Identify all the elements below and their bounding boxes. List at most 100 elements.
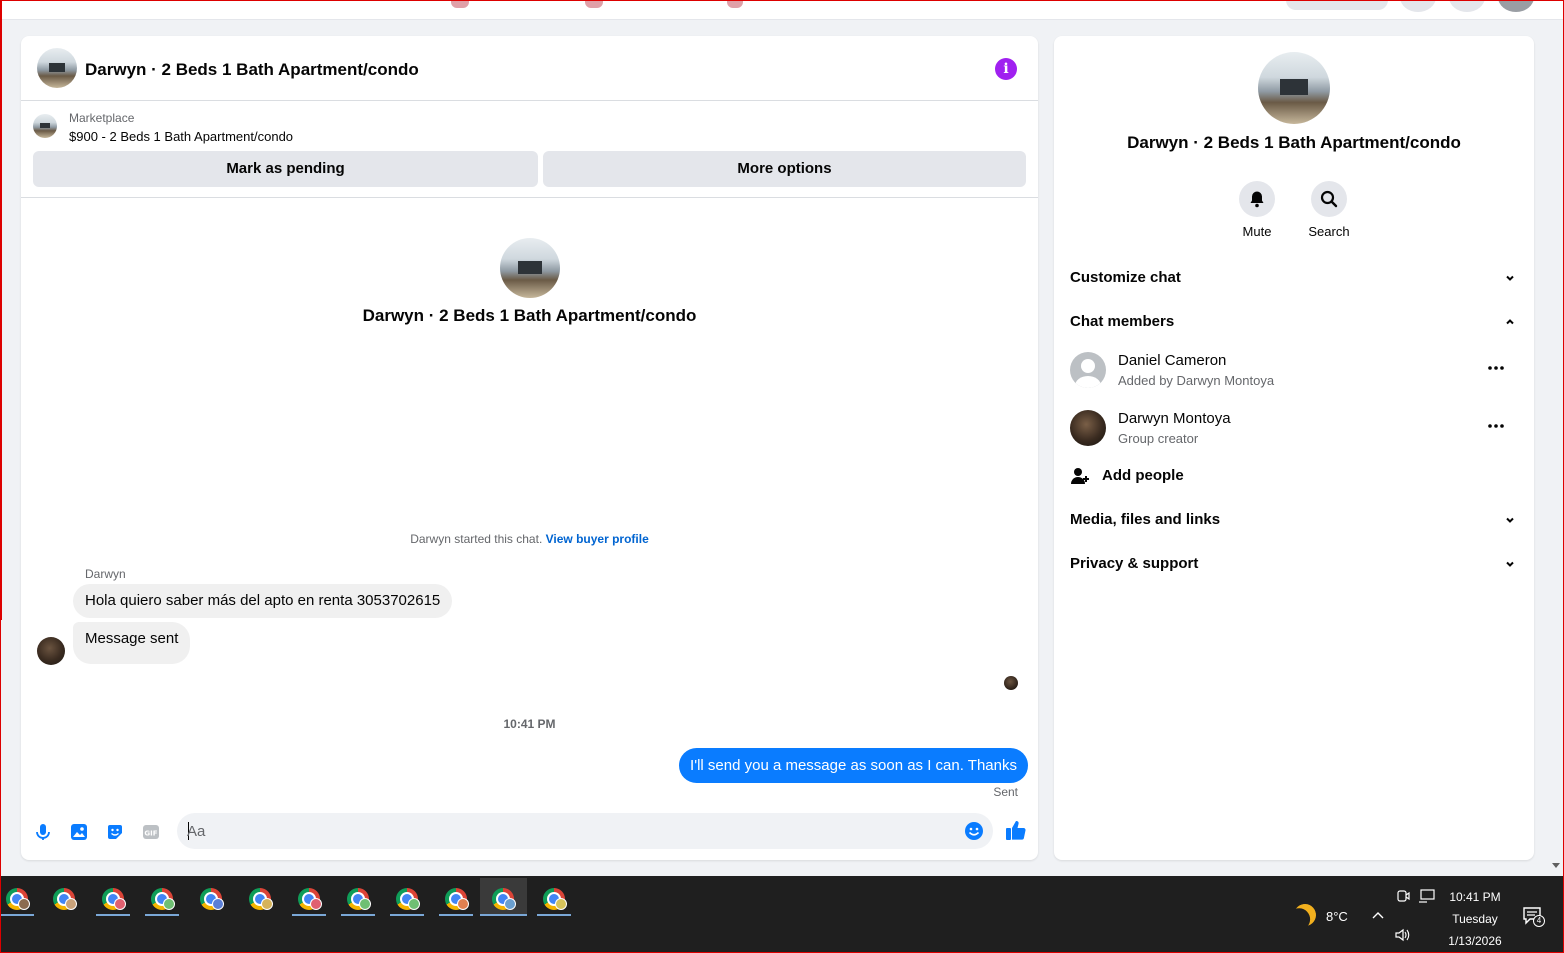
taskbar-app-icon[interactable] <box>341 882 375 916</box>
member-role: Added by Darwyn Montoya <box>1118 373 1275 388</box>
microphone-icon[interactable] <box>33 822 53 842</box>
temperature: 8°C <box>1326 909 1348 924</box>
privacy-support-label: Privacy & support <box>1070 555 1199 572</box>
member-role: Group creator <box>1118 431 1199 446</box>
svg-text:GIF: GIF <box>144 830 157 838</box>
listing-title[interactable]: $900 - 2 Beds 1 Bath Apartment/condo <box>69 129 293 144</box>
taskbar-app-icon[interactable] <box>47 882 81 916</box>
chevron-up-icon[interactable] <box>1371 909 1385 921</box>
chat-members-label: Chat members <box>1070 313 1175 330</box>
scroll-down-arrow-icon[interactable] <box>1551 862 1561 870</box>
message-timestamp: 10:41 PM <box>503 717 556 731</box>
sent-status: Sent <box>993 785 1018 799</box>
member-avatar[interactable] <box>1070 410 1106 446</box>
emoji-icon[interactable] <box>964 821 984 841</box>
like-thumbs-up-icon[interactable] <box>1005 819 1027 841</box>
member-row[interactable]: Daniel Cameron Added by Darwyn Montoya <box>1070 352 1518 400</box>
system-clock[interactable]: 10:41 PM Tuesday 1/13/2026 <box>1440 886 1510 952</box>
nav-tab-indicator[interactable] <box>451 0 469 8</box>
media-files-links-label: Media, files and links <box>1070 511 1221 528</box>
member-name[interactable]: Daniel Cameron <box>1118 352 1226 369</box>
info-icon[interactable]: i <box>995 58 1017 80</box>
privacy-support-section[interactable]: Privacy & support <box>1070 552 1518 576</box>
mute-label: Mute <box>1242 224 1272 239</box>
conversation-intro-avatar <box>500 238 560 298</box>
media-files-links-section[interactable]: Media, files and links <box>1070 508 1518 532</box>
clock-date: 1/13/2026 <box>1448 934 1502 948</box>
listing-thumbnail[interactable] <box>33 114 57 138</box>
mute-button[interactable]: Mute <box>1227 181 1287 239</box>
nav-menu-button[interactable] <box>1400 0 1436 12</box>
network-icon[interactable] <box>1418 888 1436 904</box>
member-row[interactable]: Darwyn Montoya Group creator <box>1070 410 1518 458</box>
member-avatar[interactable] <box>1070 352 1106 388</box>
taskbar-app-icon[interactable] <box>0 882 34 916</box>
message-input[interactable] <box>187 813 947 849</box>
taskbar-app-icon[interactable] <box>292 882 326 916</box>
message-input-container[interactable] <box>177 813 993 849</box>
chevron-up-icon <box>1506 319 1514 325</box>
read-receipt-avatar <box>1004 676 1018 690</box>
mark-as-pending-button[interactable]: Mark as pending <box>33 151 538 187</box>
moon-icon <box>1291 901 1319 929</box>
message-sender-name: Darwyn <box>85 567 126 581</box>
more-options-icon[interactable] <box>1486 416 1506 436</box>
add-people-label: Add people <box>1102 467 1184 484</box>
nav-tab-indicator[interactable] <box>727 0 743 8</box>
incoming-message[interactable]: Message sent <box>73 622 191 664</box>
top-navigation-bar <box>0 0 1564 20</box>
details-avatar[interactable] <box>1258 52 1330 124</box>
details-title: Darwyn · 2 Beds 1 Bath Apartment/condo <box>1127 133 1461 152</box>
conversation-details-panel: Darwyn · 2 Beds 1 Bath Apartment/condo M… <box>1054 36 1534 860</box>
taskbar-app-icon[interactable] <box>439 882 473 916</box>
taskbar-app-icon-active[interactable] <box>480 878 527 916</box>
customize-chat-label: Customize chat <box>1070 269 1181 286</box>
clock-time: 10:41 PM <box>1449 890 1501 904</box>
view-buyer-profile-link[interactable]: View buyer profile <box>546 532 649 546</box>
chat-started-notice: Darwyn started this chat. View buyer pro… <box>21 532 1038 546</box>
marketplace-label: Marketplace <box>69 111 135 125</box>
conversation-title[interactable]: Darwyn · 2 Beds 1 Bath Apartment/condo <box>85 60 419 80</box>
marketplace-listing-bar: Marketplace $900 - 2 Beds 1 Bath Apartme… <box>21 102 1038 198</box>
window-border-left <box>0 0 2 620</box>
taskbar-app-icon[interactable] <box>243 882 277 916</box>
bell-icon[interactable] <box>1239 181 1275 217</box>
outgoing-message[interactable]: I'll send you a message as soon as I can… <box>679 748 1028 783</box>
meet-now-icon[interactable] <box>1396 888 1410 904</box>
more-options-icon[interactable] <box>1486 358 1506 378</box>
customize-chat-section[interactable]: Customize chat <box>1070 266 1518 290</box>
profile-avatar-button[interactable] <box>1498 0 1534 12</box>
sender-avatar[interactable] <box>37 637 65 665</box>
incoming-message[interactable]: Hola quiero saber más del apto en renta … <box>73 584 453 618</box>
chevron-down-icon <box>1506 275 1514 281</box>
search-button[interactable]: Search <box>1299 181 1359 239</box>
photo-icon[interactable] <box>69 822 89 842</box>
sticker-icon[interactable] <box>105 822 125 842</box>
gif-icon[interactable]: GIF <box>141 822 161 842</box>
taskbar-app-icon[interactable] <box>390 882 424 916</box>
taskbar-app-icon[interactable] <box>194 882 228 916</box>
conversation-panel: Darwyn · 2 Beds 1 Bath Apartment/condo i… <box>21 36 1038 860</box>
nav-pill-button[interactable] <box>1286 0 1388 10</box>
conversation-avatar[interactable] <box>37 48 77 88</box>
taskbar-app-icon[interactable] <box>96 882 130 916</box>
weather-widget[interactable]: 8°C <box>1294 904 1374 928</box>
chat-started-text: Darwyn started this chat. <box>410 532 543 546</box>
windows-taskbar: 8°C 10:41 PM Tuesday 1/13/2026 4 <box>0 876 1564 953</box>
chat-members-section[interactable]: Chat members <box>1070 310 1518 334</box>
conversation-header: Darwyn · 2 Beds 1 Bath Apartment/condo i <box>21 36 1038 101</box>
add-person-icon <box>1071 468 1089 484</box>
nav-tab-indicator[interactable] <box>585 0 603 8</box>
more-options-button[interactable]: More options <box>543 151 1026 187</box>
message-composer: GIF <box>21 808 1038 860</box>
taskbar-app-icon[interactable] <box>537 882 571 916</box>
notification-center-button[interactable]: 4 <box>1522 906 1546 928</box>
volume-icon[interactable] <box>1394 928 1410 942</box>
member-name[interactable]: Darwyn Montoya <box>1118 410 1231 427</box>
clock-day: Tuesday <box>1452 912 1498 926</box>
chevron-down-icon <box>1506 517 1514 523</box>
taskbar-app-icon[interactable] <box>145 882 179 916</box>
search-icon[interactable] <box>1311 181 1347 217</box>
nav-messenger-button[interactable] <box>1449 0 1485 12</box>
chevron-down-icon <box>1506 561 1514 567</box>
